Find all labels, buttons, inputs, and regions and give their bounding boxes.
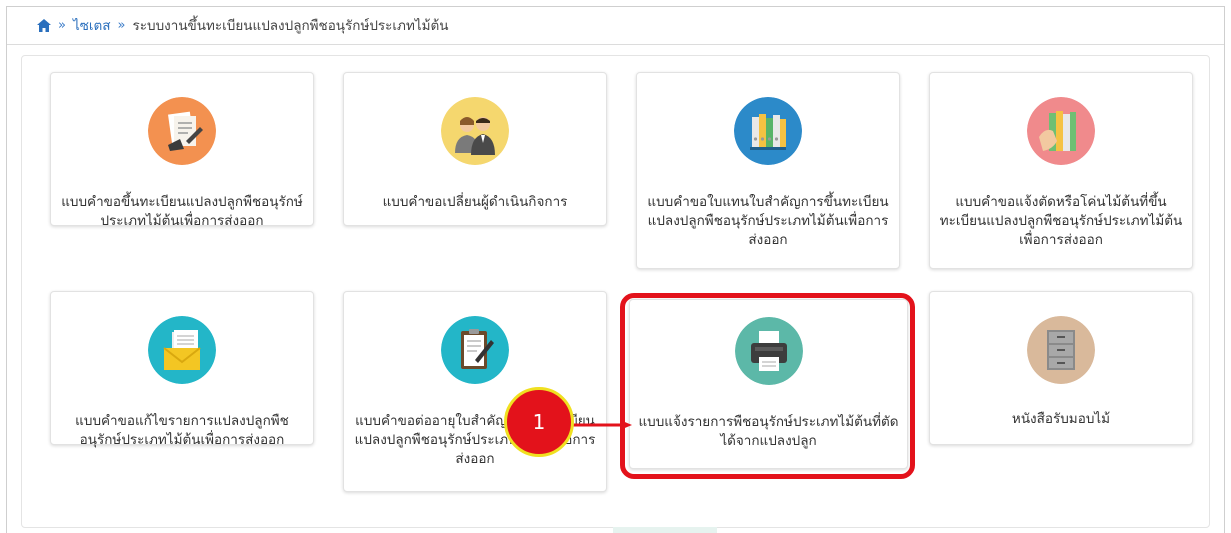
breadcrumb-separator: »	[58, 17, 66, 33]
envelope-letter-icon	[148, 316, 216, 384]
menu-card-replacement-certificate[interactable]: แบบคำขอใบแทนใบสำคัญการขึ้นทะเบียนแปลงปลู…	[636, 72, 900, 269]
card-label: แบบแจ้งรายการพืชอนุรักษ์ประเภทไม้ต้นที่ต…	[638, 414, 899, 449]
card-label: แบบคำขอแก้ไขรายการแปลงปลูกพืชอนุรักษ์ประ…	[75, 413, 289, 448]
menu-card-wood-receipt[interactable]: หนังสือรับมอบไม้	[929, 291, 1193, 445]
binders-hand-icon	[1027, 97, 1095, 165]
step-callout: 1	[504, 387, 574, 457]
menu-card-renewal[interactable]: แบบคำขอต่ออายุใบสำคัญการขึ้นทะเบียนแปลงป…	[343, 291, 607, 492]
menu-card-cutting-notice[interactable]: แบบคำขอแจ้งตัดหรือโค่นไม้ต้นที่ขึ้นทะเบี…	[929, 72, 1193, 269]
home-icon[interactable]	[37, 18, 51, 32]
card-label: แบบคำขอเปลี่ยนผู้ดำเนินกิจการ	[382, 194, 568, 210]
breadcrumb: » ไซเตส » ระบบงานขึ้นทะเบียนแปลงปลูกพืชอ…	[37, 13, 449, 37]
clipboard-pen-icon	[441, 316, 509, 384]
printer-icon	[734, 317, 803, 385]
binders-icon	[734, 97, 802, 165]
scroll-indicator	[613, 527, 717, 533]
menu-card-harvest-report[interactable]: แบบแจ้งรายการพืชอนุรักษ์ประเภทไม้ต้นที่ต…	[629, 299, 908, 469]
breadcrumb-separator: »	[117, 17, 126, 33]
card-label: แบบคำขอใบแทนใบสำคัญการขึ้นทะเบียนแปลงปลู…	[647, 194, 889, 248]
card-label: แบบคำขอแจ้งตัดหรือโค่นไม้ต้นที่ขึ้นทะเบี…	[939, 194, 1183, 248]
menu-card-registration[interactable]: แบบคำขอขึ้นทะเบียนแปลงปลูกพืชอนุรักษ์ประ…	[50, 72, 314, 229]
breadcrumb-current: ระบบงานขึ้นทะเบียนแปลงปลูกพืชอนุรักษ์ประ…	[132, 18, 449, 34]
divider	[7, 44, 1224, 45]
breadcrumb-link-cites[interactable]: ไซเตส	[73, 14, 111, 36]
file-cabinet-icon	[1027, 316, 1095, 384]
document-form-icon	[148, 97, 216, 165]
card-label: หนังสือรับมอบไม้	[1011, 411, 1111, 427]
business-people-icon	[441, 97, 509, 165]
menu-card-change-operator[interactable]: แบบคำขอเปลี่ยนผู้ดำเนินกิจการ	[343, 72, 607, 226]
menu-card-edit-plots[interactable]: แบบคำขอแก้ไขรายการแปลงปลูกพืชอนุรักษ์ประ…	[50, 291, 314, 448]
card-label: แบบคำขอขึ้นทะเบียนแปลงปลูกพืชอนุรักษ์ประ…	[61, 194, 303, 229]
arrow-right-icon	[572, 420, 632, 430]
